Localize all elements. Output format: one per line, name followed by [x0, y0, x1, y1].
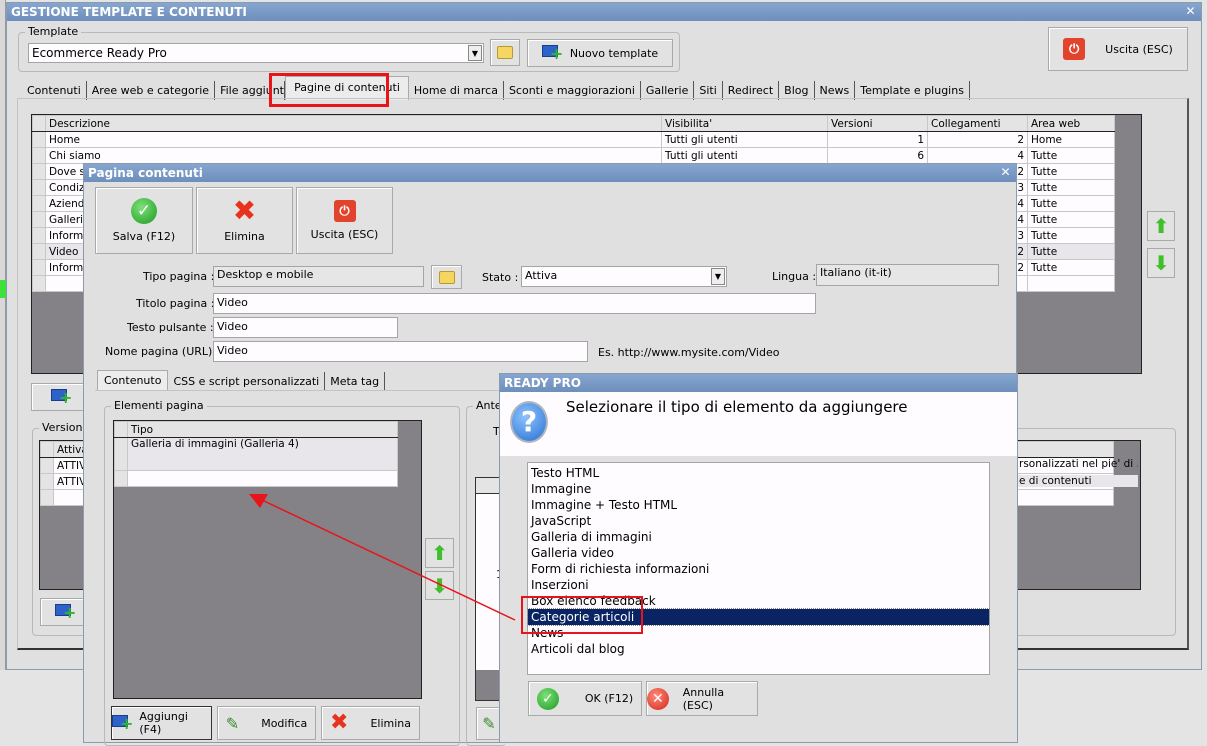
arrow-line — [261, 499, 516, 621]
annotation-arrow — [249, 494, 516, 621]
